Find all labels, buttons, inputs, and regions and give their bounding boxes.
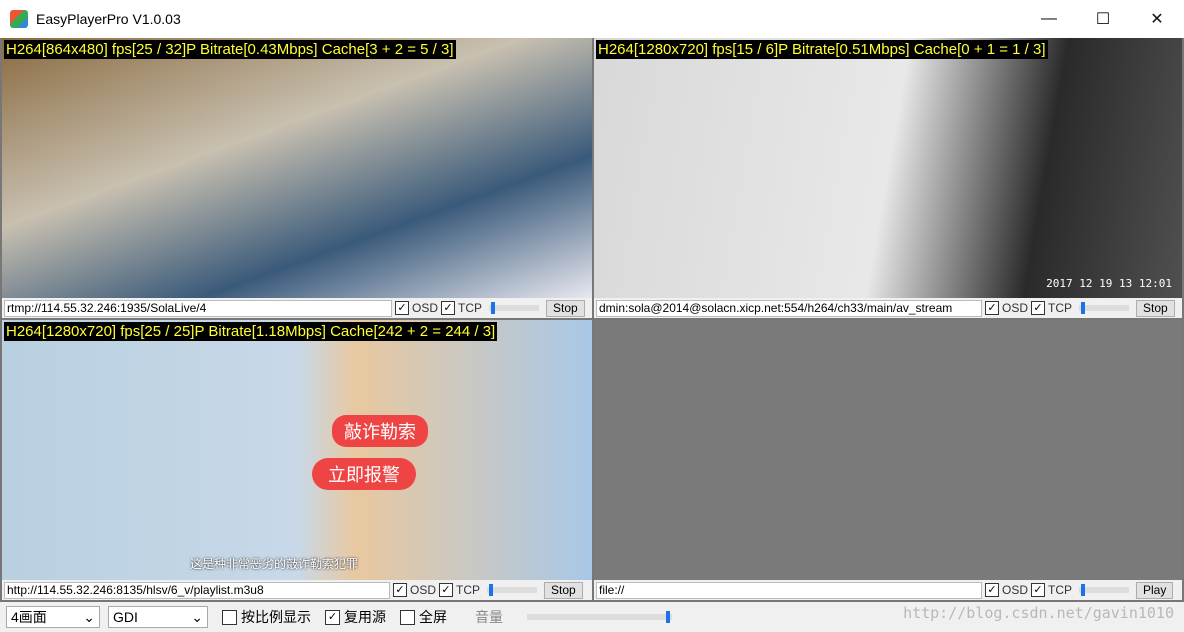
video-pane-1[interactable]: H264[864x480] fps[25 / 32]P Bitrate[0.43… bbox=[2, 38, 592, 318]
video-frame[interactable] bbox=[594, 320, 1182, 580]
osd-label: OSD bbox=[410, 583, 437, 597]
reuse-label: 复用源 bbox=[344, 609, 386, 625]
stream-url-input[interactable]: file:// bbox=[596, 581, 982, 599]
sign-text: 立即报警 bbox=[312, 458, 416, 490]
volume-slider[interactable] bbox=[527, 611, 672, 623]
osd-label: OSD bbox=[412, 301, 439, 315]
osd-overlay: H264[864x480] fps[25 / 32]P Bitrate[0.43… bbox=[4, 40, 456, 59]
video-caption: 这是种非常恶劣的敲诈勒索犯罪 bbox=[190, 557, 359, 571]
video-frame[interactable]: 敲诈勒索 立即报警 这是种非常恶劣的敲诈勒索犯罪 bbox=[2, 320, 592, 580]
fullscreen-checkbox[interactable]: 全屏 bbox=[400, 607, 447, 627]
stream-url-input[interactable]: dmin:sola@2014@solacn.xicp.net:554/h264/… bbox=[596, 299, 982, 317]
osd-checkbox[interactable]: ✓ bbox=[393, 583, 407, 597]
maximize-button[interactable]: ☐ bbox=[1076, 0, 1130, 38]
app-icon bbox=[10, 10, 28, 28]
video-frame[interactable]: 2017 12 19 13 12:01 bbox=[594, 38, 1182, 298]
title-bar: EasyPlayerPro V1.0.03 — ☐ ✕ bbox=[0, 0, 1184, 38]
pane-controls: file:// ✓ OSD ✓ TCP Play bbox=[594, 580, 1182, 600]
checkbox-box[interactable]: ✓ bbox=[325, 609, 340, 625]
aspect-label: 按比例显示 bbox=[241, 609, 311, 625]
chevron-down-icon: ⌄ bbox=[191, 608, 203, 625]
sign-text: 敲诈勒索 bbox=[332, 415, 428, 447]
pane-volume-slider[interactable] bbox=[1079, 584, 1130, 596]
volume-label: 音量 bbox=[475, 609, 503, 625]
pane-controls: http://114.55.32.246:8135/hlsv/6_v/playl… bbox=[2, 580, 592, 600]
close-button[interactable]: ✕ bbox=[1130, 0, 1184, 38]
pane-controls: rtmp://114.55.32.246:1935/SolaLive/4 ✓ OS… bbox=[2, 298, 592, 318]
osd-label: OSD bbox=[1002, 583, 1029, 597]
stream-url-input[interactable]: http://114.55.32.246:8135/hlsv/6_v/playl… bbox=[4, 581, 390, 599]
render-value: GDI bbox=[113, 609, 138, 625]
tcp-checkbox[interactable]: ✓ bbox=[1031, 301, 1046, 315]
play-button[interactable]: Play bbox=[1136, 581, 1174, 599]
aspect-checkbox[interactable]: 按比例显示 bbox=[222, 607, 311, 627]
tcp-checkbox[interactable]: ✓ bbox=[1031, 583, 1046, 597]
tcp-label: TCP bbox=[1048, 301, 1073, 315]
osd-overlay: H264[1280x720] fps[25 / 25]P Bitrate[1.1… bbox=[4, 322, 498, 341]
stop-button[interactable]: Stop bbox=[546, 299, 585, 317]
video-grid: H264[864x480] fps[25 / 32]P Bitrate[0.43… bbox=[0, 38, 1184, 602]
osd-overlay: H264[1280x720] fps[15 / 6]P Bitrate[0.51… bbox=[596, 40, 1048, 59]
osd-checkbox[interactable]: ✓ bbox=[985, 301, 999, 315]
pane-volume-slider[interactable] bbox=[1079, 302, 1130, 314]
video-pane-4[interactable]: file:// ✓ OSD ✓ TCP Play bbox=[594, 320, 1182, 600]
stream-url-input[interactable]: rtmp://114.55.32.246:1935/SolaLive/4 bbox=[4, 299, 392, 317]
stop-button[interactable]: Stop bbox=[544, 581, 583, 599]
chevron-down-icon: ⌄ bbox=[83, 608, 95, 625]
tcp-checkbox[interactable]: ✓ bbox=[441, 301, 456, 315]
minimize-button[interactable]: — bbox=[1022, 0, 1076, 38]
pane-controls: dmin:sola@2014@solacn.xicp.net:554/h264/… bbox=[594, 298, 1182, 318]
window-title: EasyPlayerPro V1.0.03 bbox=[36, 11, 181, 27]
osd-checkbox[interactable]: ✓ bbox=[985, 583, 999, 597]
checkbox-box[interactable] bbox=[222, 609, 237, 625]
tcp-checkbox[interactable]: ✓ bbox=[439, 583, 454, 597]
stop-button[interactable]: Stop bbox=[1136, 299, 1175, 317]
pane-volume-slider[interactable] bbox=[487, 584, 538, 596]
reuse-checkbox[interactable]: ✓ 复用源 bbox=[325, 607, 386, 627]
checkbox-box[interactable] bbox=[400, 609, 415, 625]
tcp-label: TCP bbox=[458, 301, 483, 315]
tcp-label: TCP bbox=[1048, 583, 1073, 597]
layout-select[interactable]: 4画面 ⌄ bbox=[6, 606, 100, 628]
layout-value: 4画面 bbox=[11, 609, 47, 625]
fullscreen-label: 全屏 bbox=[419, 609, 447, 625]
watermark: http://blog.csdn.net/gavin1010 bbox=[903, 604, 1174, 622]
camera-timestamp: 2017 12 19 13 12:01 bbox=[1046, 277, 1172, 290]
video-pane-2[interactable]: 2017 12 19 13 12:01 H264[1280x720] fps[1… bbox=[594, 38, 1182, 318]
video-pane-3[interactable]: 敲诈勒索 立即报警 这是种非常恶劣的敲诈勒索犯罪 H264[1280x720] … bbox=[2, 320, 592, 600]
video-frame[interactable] bbox=[2, 38, 592, 298]
osd-label: OSD bbox=[1002, 301, 1029, 315]
tcp-label: TCP bbox=[456, 583, 481, 597]
render-select[interactable]: GDI ⌄ bbox=[108, 606, 208, 628]
pane-volume-slider[interactable] bbox=[489, 302, 540, 314]
osd-checkbox[interactable]: ✓ bbox=[395, 301, 409, 315]
